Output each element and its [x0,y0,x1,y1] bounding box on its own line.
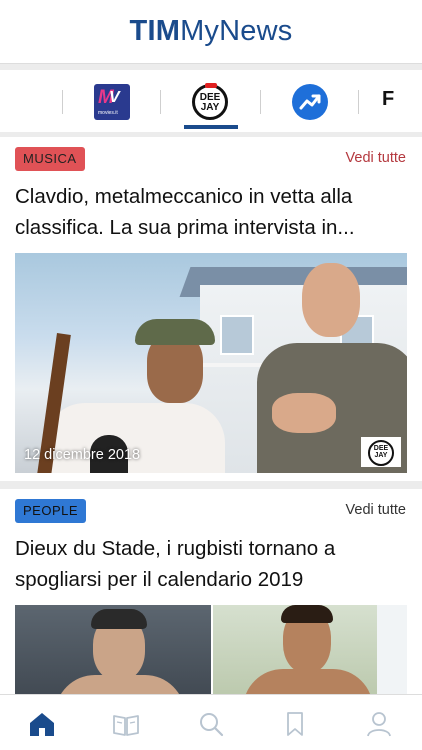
deejay-red-tag [205,83,217,88]
trend-up-icon [299,94,321,110]
home-icon [30,713,54,736]
image-panel-left [15,605,211,705]
see-all-link[interactable]: Vedi tutte [346,150,406,166]
watermark-line2: JAY [374,452,388,459]
news-card-people[interactable]: PEOPLE Vedi tutte Dieux du Stade, i rugb… [0,489,422,705]
nav-bookmarks[interactable] [280,709,310,739]
source-strip[interactable]: M V movies.it DEE JAY F [0,70,422,132]
source-radio-deejay[interactable]: DEE JAY [192,83,228,120]
source-partial[interactable]: F [382,88,394,124]
bottom-navigation [0,694,422,750]
article-image[interactable] [15,605,407,705]
image-face [302,263,360,337]
image-hair [91,609,147,629]
article-image[interactable]: 12 dicembre 2018 DEE JAY [15,253,407,473]
article-date: 12 dicembre 2018 [24,447,141,463]
category-badge[interactable]: MUSICA [15,147,85,171]
image-panel-right [213,605,407,705]
separator [160,90,161,114]
source-moviesit[interactable]: M V movies.it [94,84,130,120]
app-logo: TIMMyNews [130,15,293,48]
nav-library[interactable] [111,709,141,739]
category-badge[interactable]: PEOPLE [15,499,87,523]
app-header: TIMMyNews [0,0,422,64]
search-icon [200,713,224,737]
separator [260,90,261,114]
news-card-musica[interactable]: MUSICA Vedi tutte Clavdio, metalmeccanic… [0,137,422,481]
nav-profile[interactable] [364,709,394,739]
watermark-line1: DEE [373,445,389,452]
moviesit-logo-small: movies.it [98,110,118,116]
profile-icon [367,712,391,737]
selected-source-indicator [184,125,238,129]
moviesit-logo-v: V [109,89,120,106]
bookmark-icon [287,712,303,736]
source-trend[interactable] [292,84,328,120]
separator [62,90,63,114]
logo-regular-part: MyNews [180,15,293,47]
app-screen: TIMMyNews M V movies.it DEE JAY F MUSICA [0,0,422,750]
article-headline[interactable]: Dieux du Stade, i rugbisti tornano a spo… [15,533,409,595]
image-hair [281,605,333,623]
image-hands [272,393,336,433]
nav-home[interactable] [27,709,57,739]
nav-search[interactable] [196,709,226,739]
image-hat [135,319,215,345]
logo-bold-part: TIM [129,15,181,47]
deejay-logo-line2: JAY [200,102,220,113]
image-background-strip [377,605,407,705]
see-all-link[interactable]: Vedi tutte [346,502,406,518]
source-watermark: DEE JAY [361,437,401,467]
article-headline[interactable]: Clavdio, metalmeccanico in vetta alla cl… [15,181,409,243]
book-icon [113,715,139,736]
separator [358,90,359,114]
